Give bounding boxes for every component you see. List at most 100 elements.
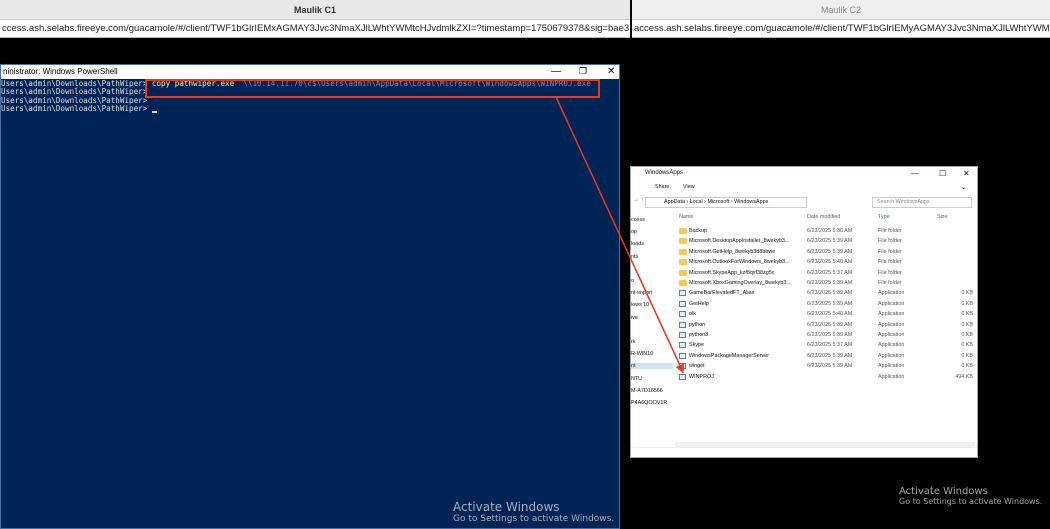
- minimize-button[interactable]: —: [551, 65, 561, 78]
- maximize-button[interactable]: ☐: [939, 169, 946, 178]
- sidebar-item[interactable]: ive: [631, 315, 673, 321]
- explorer-title: WindowsApps: [645, 170, 684, 176]
- file-row[interactable]: winget 6/23/2025 5:39 AM Application 0 KB: [675, 361, 975, 371]
- url-bar[interactable]: access.ash.selabs.fireeye.com/guacamole/…: [632, 20, 1050, 38]
- sidebar-item[interactable]: P4A6QOOV1R: [631, 400, 673, 406]
- console-cursor: [151, 110, 157, 113]
- file-name: Microsoft.XboxGamingOverlay_8wekyb3...: [689, 280, 791, 286]
- column-header-name[interactable]: Name: [679, 214, 693, 220]
- explorer-ribbon: Share View ⌄: [631, 181, 977, 193]
- file-explorer-window[interactable]: WindowsApps — ☐ ✕ Share View ⌄ → ↑ AppDa…: [630, 166, 978, 458]
- highlight-box: [145, 79, 600, 98]
- file-date: 6/23/2025 5:39 AM: [807, 321, 853, 328]
- powershell-titlebar: ninistrator: Windows PowerShell — ❐ ✕: [1, 65, 619, 79]
- file-date: 6/23/2025 5:37 AM: [807, 342, 853, 349]
- file-date: 6/23/2025 5:39 AM: [807, 280, 853, 286]
- search-input[interactable]: Search WindowsApps: [872, 197, 972, 208]
- file-type: File folder: [878, 259, 902, 266]
- watermark-heading: Activate Windows: [899, 486, 988, 497]
- application-icon: [679, 373, 686, 380]
- sidebar-item[interactable]: R-WIN10: [631, 351, 673, 357]
- sidebar-item[interactable]: nts: [631, 254, 673, 260]
- file-row[interactable]: olk 6/23/2025 5:40 AM Application 0 KB: [675, 309, 975, 319]
- folder-icon: [679, 269, 687, 276]
- close-button[interactable]: ✕: [963, 169, 970, 178]
- watermark-sub: Go to Settings to activate Windows.: [453, 514, 615, 524]
- column-header-date[interactable]: Date modified: [807, 214, 840, 220]
- file-type: Application: [878, 373, 905, 380]
- file-date: 6/23/2025 5:39 AM: [807, 300, 853, 307]
- column-header-size[interactable]: Size: [937, 214, 948, 220]
- file-row[interactable]: python3 6/23/2025 5:39 AM Application 0 KB: [675, 330, 975, 340]
- sidebar-item[interactable]: nt-import: [631, 290, 673, 296]
- file-date: 6/23/2025 5:39 AM: [807, 248, 853, 255]
- file-size: 0 KB: [961, 342, 973, 349]
- address-segment[interactable]: Local: [690, 199, 703, 205]
- ribbon-tab-view[interactable]: View: [683, 184, 695, 190]
- sidebar-item[interactable]: loads: [631, 241, 673, 247]
- column-header-type[interactable]: Type: [878, 214, 890, 220]
- application-icon: [679, 290, 686, 297]
- folder-icon: [679, 238, 687, 245]
- explorer-titlebar: WindowsApps — ☐ ✕: [631, 167, 977, 181]
- powershell-window[interactable]: ninistrator: Windows PowerShell — ❐ ✕ Us…: [0, 64, 620, 529]
- file-row[interactable]: WindowsPackageManagerServer 6/23/2025 5:3…: [675, 351, 975, 361]
- sidebar-item[interactable]: rk: [631, 339, 673, 345]
- file-date: 6/23/2025 5:39 AM: [807, 332, 853, 338]
- sidebar-item[interactable]: ccess: [631, 217, 673, 223]
- file-name: GameBarElevatedFT_Alias: [689, 290, 755, 297]
- file-type: Application: [878, 321, 905, 328]
- file-type: File folder: [878, 238, 902, 245]
- file-row[interactable]: Backup 6/23/2025 5:36 AM File folder: [675, 226, 975, 236]
- sidebar-item[interactable]: op: [631, 229, 673, 235]
- powershell-title: ninistrator: Windows PowerShell: [3, 67, 118, 76]
- file-date: 6/23/2025 5:36 AM: [807, 228, 853, 234]
- file-size: 0 KB: [961, 290, 973, 297]
- application-icon: [679, 300, 686, 307]
- file-row[interactable]: Microsoft.DesktopAppInstaller_8wekyb3...…: [675, 236, 975, 246]
- file-row[interactable]: python 6/23/2025 5:39 AM Application 0 KB: [675, 320, 975, 330]
- sidebar-item[interactable]: o: [631, 278, 673, 284]
- file-row[interactable]: Microsoft.OutlookForWindows_8wekyb3... 6/…: [675, 257, 975, 267]
- file-list: Name Date modified Type Size Backup 6/23/…: [675, 212, 975, 442]
- minimize-button[interactable]: —: [911, 169, 919, 178]
- address-segment[interactable]: Microsoft: [707, 199, 729, 205]
- file-row[interactable]: GetHelp 6/23/2025 5:39 AM Application 0 KB: [675, 299, 975, 309]
- watermark-heading: Activate Windows: [453, 500, 560, 514]
- application-icon: [679, 352, 686, 359]
- url-bar[interactable]: ccess.ash.selabs.fireeye.com/guacamole/#…: [0, 20, 630, 38]
- file-row[interactable]: Microsoft.GetHelp_8wekyb3d8bbwe 6/23/2025…: [675, 247, 975, 257]
- file-row[interactable]: GameBarElevatedFT_Alias 6/23/2025 5:39 AM…: [675, 288, 975, 298]
- file-row[interactable]: Skype 6/23/2025 5:37 AM Application 0 KB: [675, 340, 975, 350]
- activation-watermark: Activate Windows Go to Settings to activ…: [453, 500, 614, 524]
- sidebar-item[interactable]: M-A7D16566: [631, 388, 673, 394]
- file-name: GetHelp: [689, 300, 709, 307]
- file-type: Application: [878, 311, 905, 318]
- folder-icon: [679, 248, 687, 255]
- file-row[interactable]: Microsoft.XboxGamingOverlay_8wekyb3... 6/…: [675, 278, 975, 288]
- sidebar-item[interactable]: nt: [631, 363, 673, 370]
- file-size: 0 KB: [961, 311, 973, 318]
- chevron-down-icon[interactable]: ⌄: [961, 184, 966, 191]
- file-type: Application: [878, 352, 905, 359]
- file-name: WINPROJ: [689, 373, 714, 380]
- activation-watermark: Activate Windows Go to Settings to activ…: [899, 486, 1042, 506]
- address-segment[interactable]: WindowsApps: [734, 199, 768, 205]
- file-date: 6/23/2025 5:39 AM: [807, 238, 853, 245]
- ribbon-tab-share[interactable]: Share: [655, 184, 669, 190]
- maximize-button[interactable]: ❐: [579, 65, 587, 78]
- navigation-arrows[interactable]: → ↑: [633, 197, 644, 203]
- folder-icon: [679, 228, 687, 234]
- close-button[interactable]: ✕: [607, 65, 615, 78]
- application-icon: [679, 332, 686, 338]
- sidebar-item[interactable]: lows 10: [631, 302, 673, 308]
- file-row[interactable]: Microsoft.SkypeApp_kzf8qxf38zg5c 6/23/202…: [675, 268, 975, 278]
- address-bar[interactable]: AppData › Local › Microsoft › WindowsApp…: [645, 197, 807, 208]
- file-name: Microsoft.SkypeApp_kzf8qxf38zg5c: [689, 269, 775, 276]
- address-segment[interactable]: AppData: [664, 199, 685, 205]
- window-title: Maulik C1: [0, 0, 630, 20]
- file-date: 6/23/2025 5:40 AM: [807, 311, 853, 318]
- file-row[interactable]: WINPROJ Application 494 KB: [675, 372, 975, 382]
- sidebar-item[interactable]: NTU: [631, 376, 673, 382]
- window-title: Maulik C2: [632, 0, 1050, 20]
